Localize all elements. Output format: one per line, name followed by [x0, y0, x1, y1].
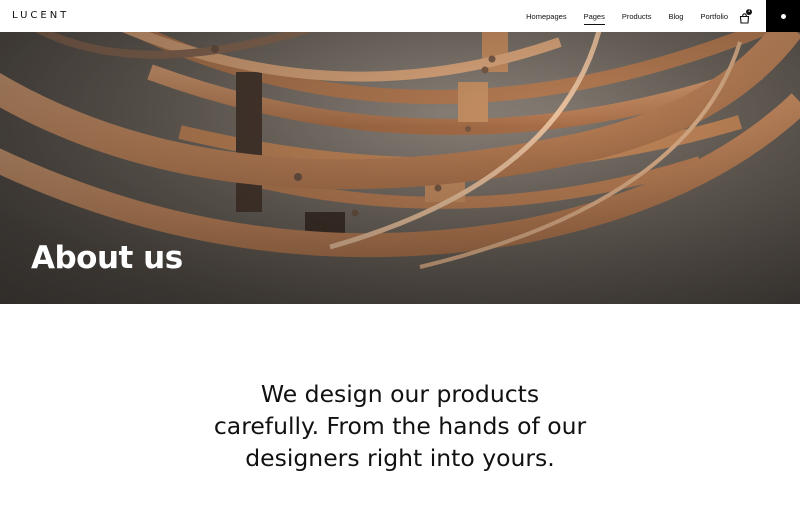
page-title: About us: [31, 240, 183, 276]
nav-item-portfolio[interactable]: Portfolio: [700, 10, 728, 23]
cart-count-badge: 1: [746, 9, 752, 15]
nav-item-homepages[interactable]: Homepages: [526, 10, 566, 23]
main-nav: Homepages Pages Products Blog Portfolio: [526, 0, 728, 32]
intro-line: carefully. From the hands of our: [213, 412, 587, 440]
hero-banner: About us: [0, 32, 800, 304]
dot-menu-icon: [780, 13, 786, 19]
site-logo[interactable]: LUCENT: [12, 10, 69, 21]
site-header: LUCENT Homepages Pages Products Blog Por…: [0, 0, 800, 32]
intro-line: designers right into yours.: [245, 444, 555, 472]
nav-item-products[interactable]: Products: [622, 10, 652, 23]
nav-item-blog[interactable]: Blog: [668, 10, 683, 23]
intro-statement: We design our products carefully. From t…: [0, 378, 800, 474]
nav-item-pages[interactable]: Pages: [583, 10, 606, 25]
intro-line: We design our products: [260, 380, 540, 408]
menu-toggle-button[interactable]: [766, 0, 800, 32]
